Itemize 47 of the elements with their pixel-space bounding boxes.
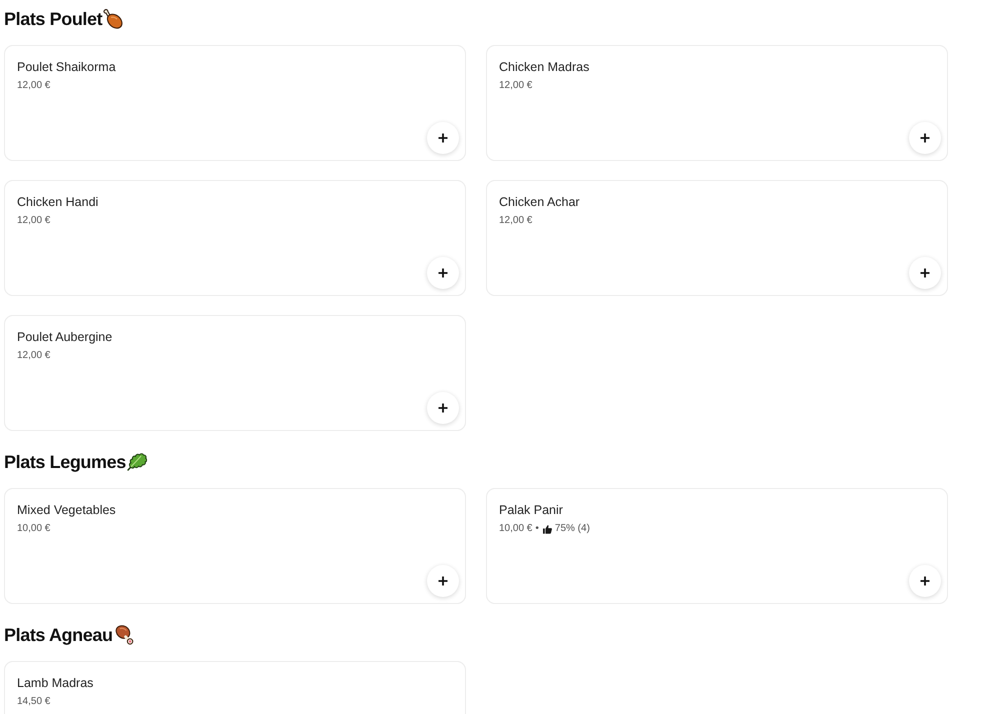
- add-button[interactable]: [909, 565, 941, 597]
- menu-item-card[interactable]: Chicken Achar 12,00 €: [486, 180, 948, 296]
- item-rating: 75% (4): [554, 522, 590, 536]
- plus-icon: [438, 133, 448, 143]
- menu-item-card[interactable]: Palak Panir 10,00 € • 75% (4): [486, 488, 948, 604]
- item-name: Poulet Aubergine: [17, 329, 112, 345]
- item-name: Mixed Vegetables: [17, 502, 116, 518]
- plus-icon: [920, 268, 930, 278]
- item-price: 10,00 €: [499, 522, 532, 536]
- item-name: Chicken Handi: [17, 194, 98, 210]
- plus-icon: [920, 576, 930, 586]
- add-button[interactable]: [909, 257, 941, 289]
- menu-item-card[interactable]: Chicken Madras 12,00 €: [486, 45, 948, 161]
- thumbs-up-icon: [542, 524, 552, 534]
- item-price: 12,00 €: [17, 214, 50, 228]
- drumstick-icon: [103, 9, 124, 29]
- item-name: Chicken Achar: [499, 194, 580, 210]
- item-name: Palak Panir: [499, 502, 563, 518]
- section-heading: Plats Poulet: [4, 8, 102, 30]
- plus-icon: [920, 133, 930, 143]
- item-price: 12,00 €: [499, 214, 532, 228]
- item-price: 14,50 €: [17, 695, 50, 709]
- item-name: Lamb Madras: [17, 675, 94, 691]
- add-button[interactable]: [427, 565, 459, 597]
- menu-item-card[interactable]: Lamb Madras 14,50 €: [4, 661, 466, 714]
- add-button[interactable]: [427, 257, 459, 289]
- plus-icon: [438, 268, 448, 278]
- section-heading: Plats Legumes: [4, 452, 126, 472]
- menu-item-card[interactable]: Poulet Shaikorma 12,00 €: [4, 45, 466, 161]
- item-price: 12,00 €: [499, 79, 532, 93]
- item-price: 12,00 €: [17, 79, 50, 93]
- add-button[interactable]: [427, 392, 459, 424]
- add-button[interactable]: [909, 122, 941, 154]
- item-price: 10,00 €: [17, 522, 50, 536]
- item-name: Poulet Shaikorma: [17, 59, 116, 75]
- leaf-icon: [126, 452, 147, 472]
- menu-item-card[interactable]: Poulet Aubergine 12,00 €: [4, 315, 466, 431]
- item-name: Chicken Madras: [499, 59, 590, 75]
- separator-dot: •: [535, 522, 539, 536]
- menu-item-card[interactable]: Mixed Vegetables 10,00 €: [4, 488, 466, 604]
- menu-item-card[interactable]: Chicken Handi 12,00 €: [4, 180, 466, 296]
- meat-on-bone-icon: [114, 625, 134, 645]
- plus-icon: [438, 576, 448, 586]
- plus-icon: [438, 403, 448, 413]
- add-button[interactable]: [427, 122, 459, 154]
- section-heading: Plats Agneau: [4, 624, 113, 646]
- item-price: 12,00 €: [17, 349, 50, 363]
